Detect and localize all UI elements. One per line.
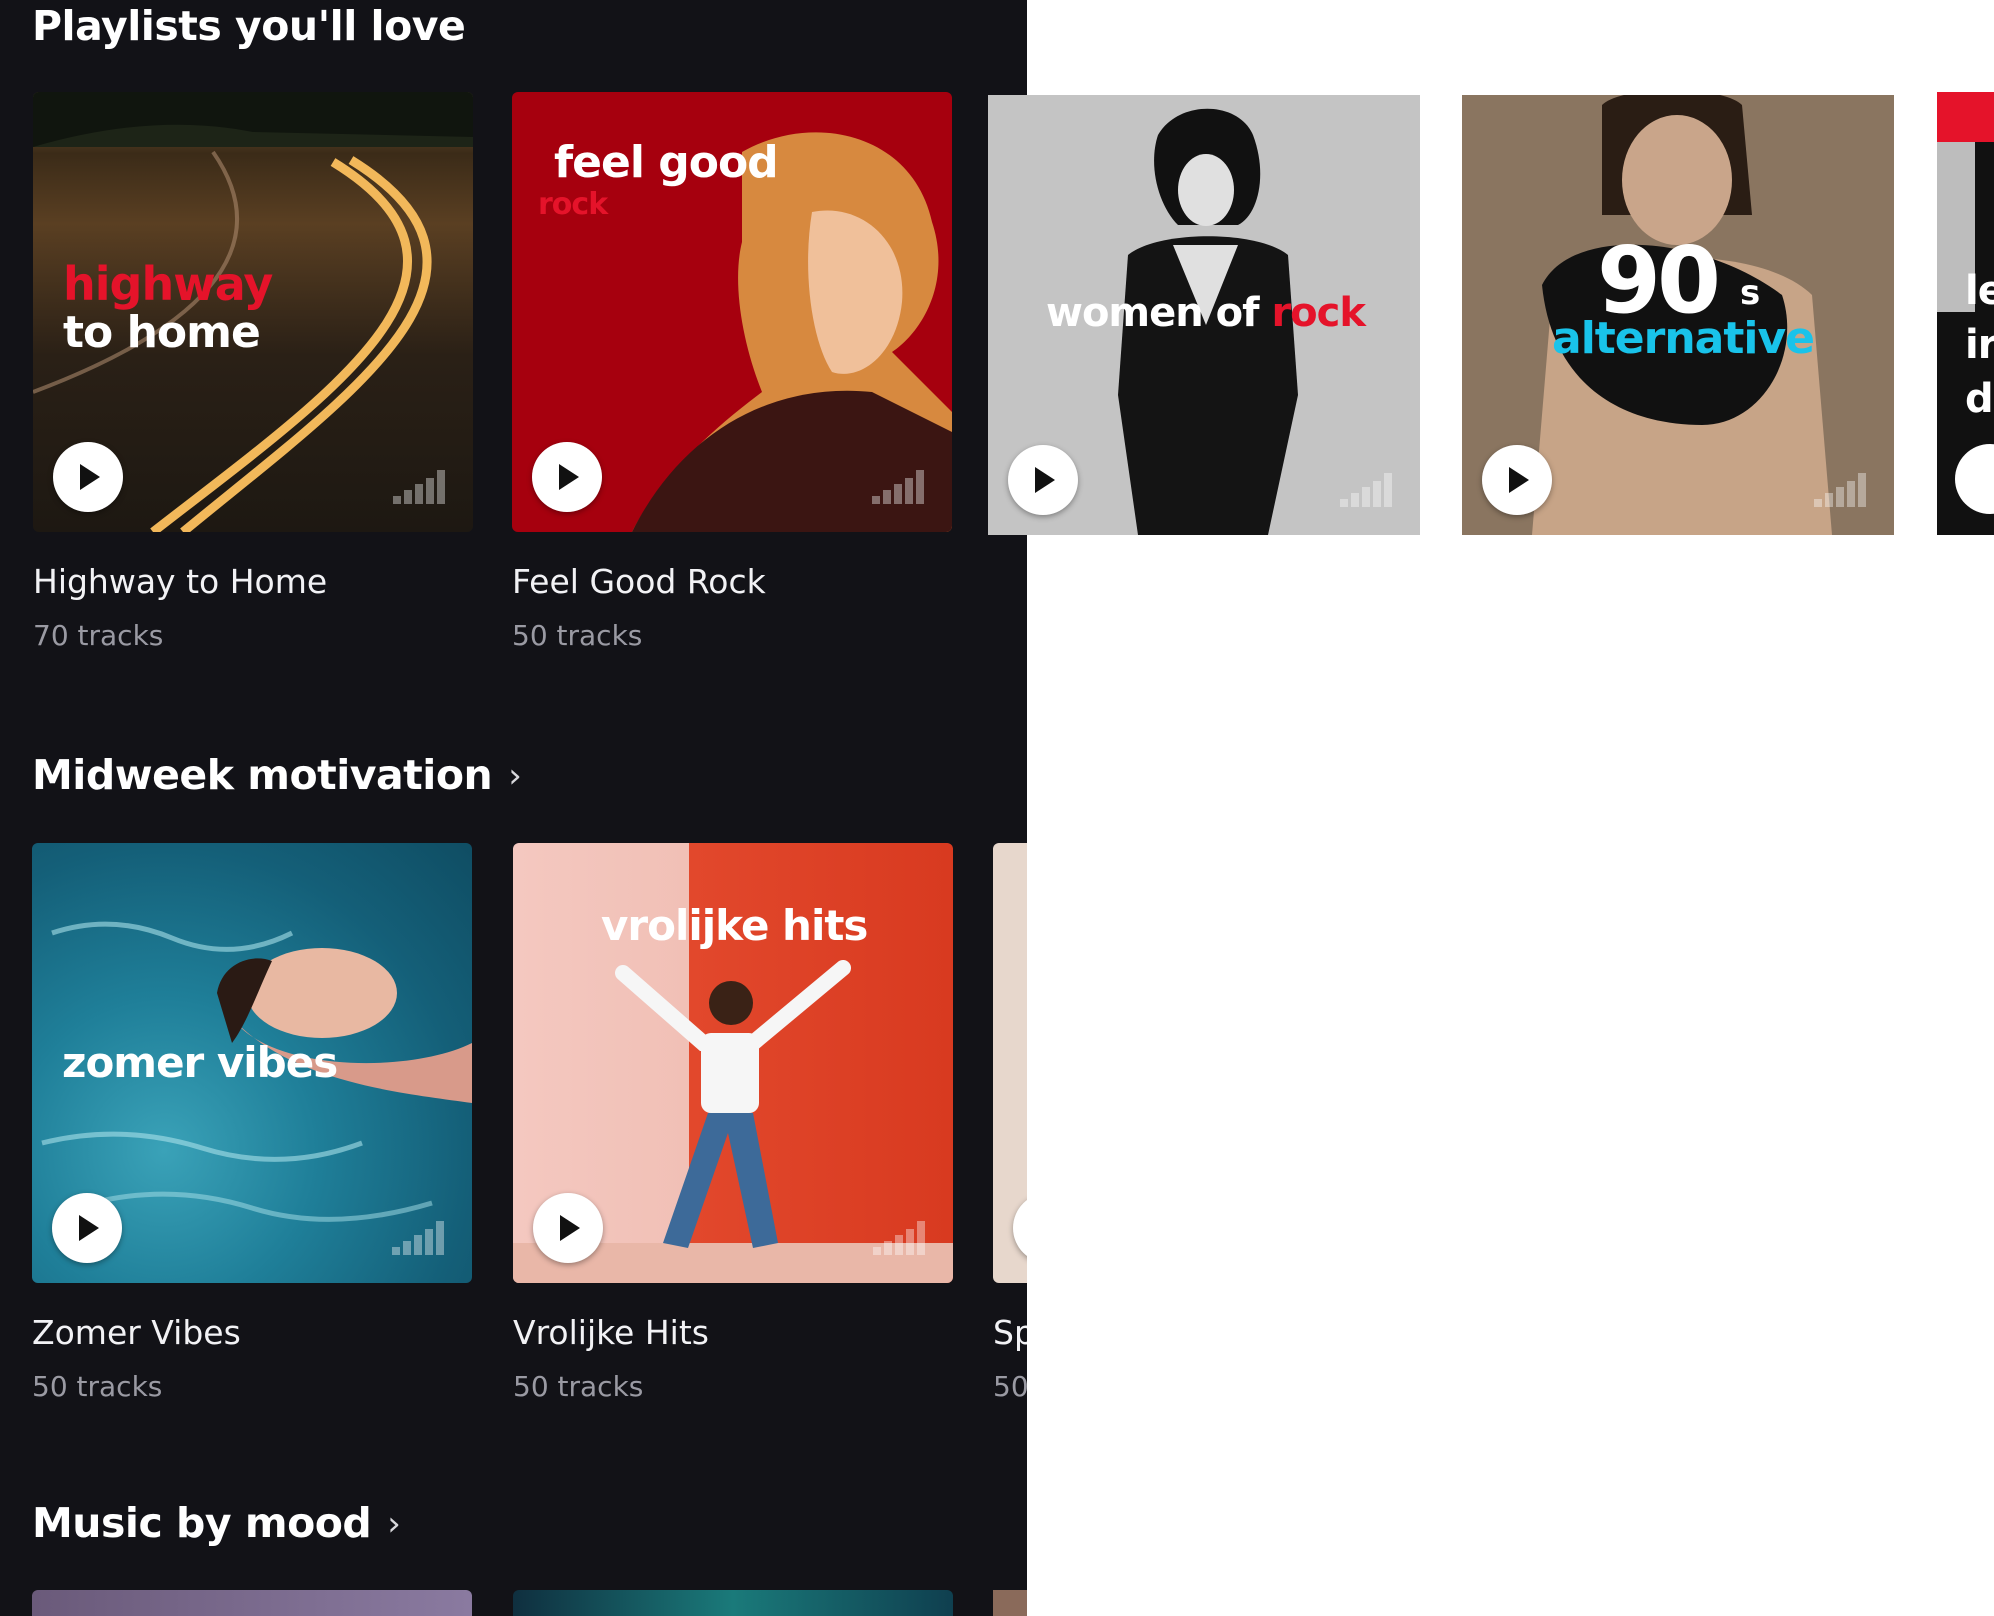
mood-card-partial[interactable]: [513, 1590, 953, 1616]
cover-overlay-line: ir: [1965, 322, 1994, 368]
track-count: 50 tracks: [513, 1370, 644, 1403]
mood-card-partial[interactable]: [993, 1590, 1027, 1616]
cover-overlay-s: s: [1740, 273, 1760, 313]
cover-overlay-text-1: feel good: [554, 137, 779, 188]
section-title-midweek-label: Midweek motivation: [32, 751, 493, 799]
section-title-playlists[interactable]: Playlists you'll love: [32, 2, 466, 50]
cover-overlay-text-2: rock: [538, 187, 608, 222]
equalizer-icon: [1340, 473, 1392, 507]
track-count: 50: [993, 1370, 1027, 1403]
track-count: 70 tracks: [33, 619, 164, 652]
cover-overlay-line: d: [1965, 376, 1994, 422]
playlist-card-zomer-vibes[interactable]: zomer vibes Zomer Vibes 50 tracks: [32, 843, 472, 1403]
cover-accent: [1937, 92, 1994, 142]
playlist-title[interactable]: Vrolijke Hits: [513, 1313, 953, 1352]
app-panel: Playlists you'll love highway to home Hi…: [0, 0, 1027, 1616]
playlist-cover-partial[interactable]: le ir d: [1937, 92, 1994, 535]
playlist-cover[interactable]: [993, 843, 1027, 1283]
play-icon[interactable]: [1008, 445, 1078, 515]
equalizer-icon: [873, 1221, 925, 1255]
playlist-title[interactable]: Zomer Vibes: [32, 1313, 472, 1352]
equalizer-icon: [872, 470, 924, 504]
play-icon[interactable]: [1013, 1193, 1027, 1263]
cover-overlay-line: le: [1965, 268, 1994, 314]
playlist-card-partial[interactable]: Sp 50: [993, 843, 1027, 1403]
play-icon[interactable]: [532, 442, 602, 512]
playlist-cover[interactable]: vrolijke hits: [513, 843, 953, 1283]
mood-card-partial[interactable]: [32, 1590, 472, 1616]
play-icon[interactable]: [1955, 444, 1994, 514]
playlist-cover-women-of-rock[interactable]: women of rock: [988, 95, 1420, 535]
chevron-right-icon: ›: [387, 1504, 401, 1544]
equalizer-icon: [392, 1221, 444, 1255]
section-title-midweek-motivation[interactable]: Midweek motivation ›: [32, 751, 522, 799]
cover-overlay-text-1: highway: [63, 257, 273, 311]
cover-overlay-text-2: to home: [63, 307, 261, 358]
cover-overlay-red: rock: [1271, 290, 1366, 336]
playlist-cover[interactable]: highway to home: [33, 92, 473, 532]
playlist-cover-90s-alternative[interactable]: 90 s alternative: [1462, 95, 1894, 535]
playlist-cover[interactable]: zomer vibes: [32, 843, 472, 1283]
playlist-title[interactable]: Highway to Home: [33, 562, 473, 601]
play-icon[interactable]: [533, 1193, 603, 1263]
cover-overlay-white: women of: [1046, 290, 1272, 336]
section-title-music-by-mood[interactable]: Music by mood ›: [32, 1499, 401, 1547]
equalizer-icon: [393, 470, 445, 504]
cover-overlay-partial: le ir d: [1965, 264, 1994, 426]
play-icon[interactable]: [52, 1193, 122, 1263]
cover-overlay-text: women of rock: [1046, 290, 1366, 336]
cover-overlay-text: zomer vibes: [62, 1038, 338, 1087]
equalizer-icon: [1814, 473, 1866, 507]
section-title-mood-label: Music by mood: [32, 1499, 372, 1547]
playlist-card-vrolijke-hits[interactable]: vrolijke hits Vrolijke Hits 50 tracks: [513, 843, 953, 1403]
playlist-card-feel-good-rock[interactable]: feel good rock Feel Good Rock 50 tracks: [512, 92, 952, 652]
section-title-playlists-label: Playlists you'll love: [32, 2, 466, 50]
playlist-title[interactable]: Sp: [993, 1313, 1027, 1352]
cover-overlay-text: vrolijke hits: [601, 901, 868, 950]
play-icon[interactable]: [53, 442, 123, 512]
playlist-title[interactable]: Feel Good Rock: [512, 562, 952, 601]
cover-overlay-alternative: alternative: [1552, 313, 1815, 364]
chevron-right-icon: ›: [508, 756, 522, 796]
playlist-card-highway-to-home[interactable]: highway to home Highway to Home 70 track…: [33, 92, 473, 652]
playlist-cover[interactable]: feel good rock: [512, 92, 952, 532]
track-count: 50 tracks: [512, 619, 643, 652]
play-icon[interactable]: [1482, 445, 1552, 515]
track-count: 50 tracks: [32, 1370, 163, 1403]
